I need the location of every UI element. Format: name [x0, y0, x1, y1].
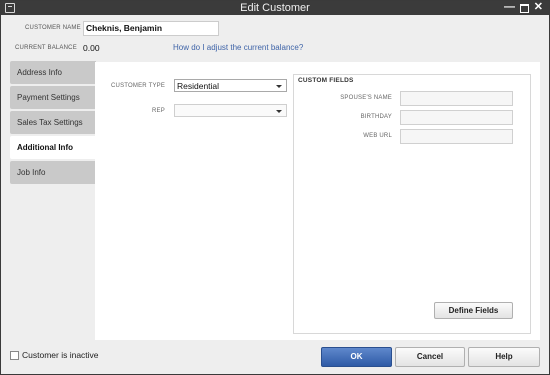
customer-name-label: CUSTOMER NAME [25, 25, 81, 31]
birthday-label: BIRTHDAY [360, 114, 392, 120]
tab-additional-info[interactable]: Additional Info [10, 136, 97, 159]
inactive-label: Customer is inactive [22, 350, 99, 360]
chevron-down-icon [276, 85, 282, 88]
spouses-name-field[interactable] [400, 91, 513, 106]
web-url-field[interactable] [400, 129, 513, 144]
tab-job-info[interactable]: Job Info [10, 161, 96, 184]
custom-fields-panel: CUSTOM FIELDS SPOUSE'S NAME BIRTHDAY WEB… [293, 74, 531, 334]
customer-type-label: CUSTOMER TYPE [111, 83, 166, 89]
cancel-button[interactable]: Cancel [395, 347, 465, 367]
birthday-field[interactable] [400, 110, 513, 125]
close-icon[interactable]: ✕ [534, 1, 543, 14]
custom-fields-title: CUSTOM FIELDS [298, 77, 354, 84]
title-bar[interactable]: Edit Customer — ✕ [1, 1, 549, 15]
spouses-name-label: SPOUSE'S NAME [340, 95, 392, 101]
define-fields-button[interactable]: Define Fields [434, 302, 513, 319]
customer-name-field[interactable]: Cheknis, Benjamin [83, 21, 219, 36]
tab-sales-tax-settings[interactable]: Sales Tax Settings [10, 111, 96, 134]
edit-customer-window: Edit Customer — ✕ CUSTOMER NAME Cheknis,… [0, 0, 550, 375]
chevron-down-icon [276, 110, 282, 113]
rep-label: REP [152, 108, 165, 114]
tab-payment-settings[interactable]: Payment Settings [10, 86, 96, 109]
customer-name-value: Cheknis, Benjamin [86, 23, 163, 33]
customer-type-value: Residential [177, 81, 220, 91]
maximize-icon[interactable] [520, 1, 529, 17]
window-title: Edit Customer [240, 2, 310, 14]
ok-button[interactable]: OK [321, 347, 392, 367]
rep-dropdown[interactable] [174, 104, 287, 117]
inactive-checkbox[interactable] [10, 351, 19, 360]
customer-type-dropdown[interactable]: Residential [174, 79, 287, 92]
current-balance-label: CURRENT BALANCE [15, 45, 77, 51]
additional-info-panel: CUSTOMER TYPE Residential REP CUSTOM FIE… [95, 62, 540, 340]
web-url-label: WEB URL [363, 133, 392, 139]
current-balance-value: 0.00 [83, 43, 100, 53]
tab-address-info[interactable]: Address Info [10, 61, 96, 84]
help-button[interactable]: Help [468, 347, 540, 367]
section-tabs: Address Info Payment Settings Sales Tax … [10, 61, 97, 186]
adjust-balance-link[interactable]: How do I adjust the current balance? [173, 43, 303, 52]
minimize-icon[interactable]: — [504, 1, 515, 14]
